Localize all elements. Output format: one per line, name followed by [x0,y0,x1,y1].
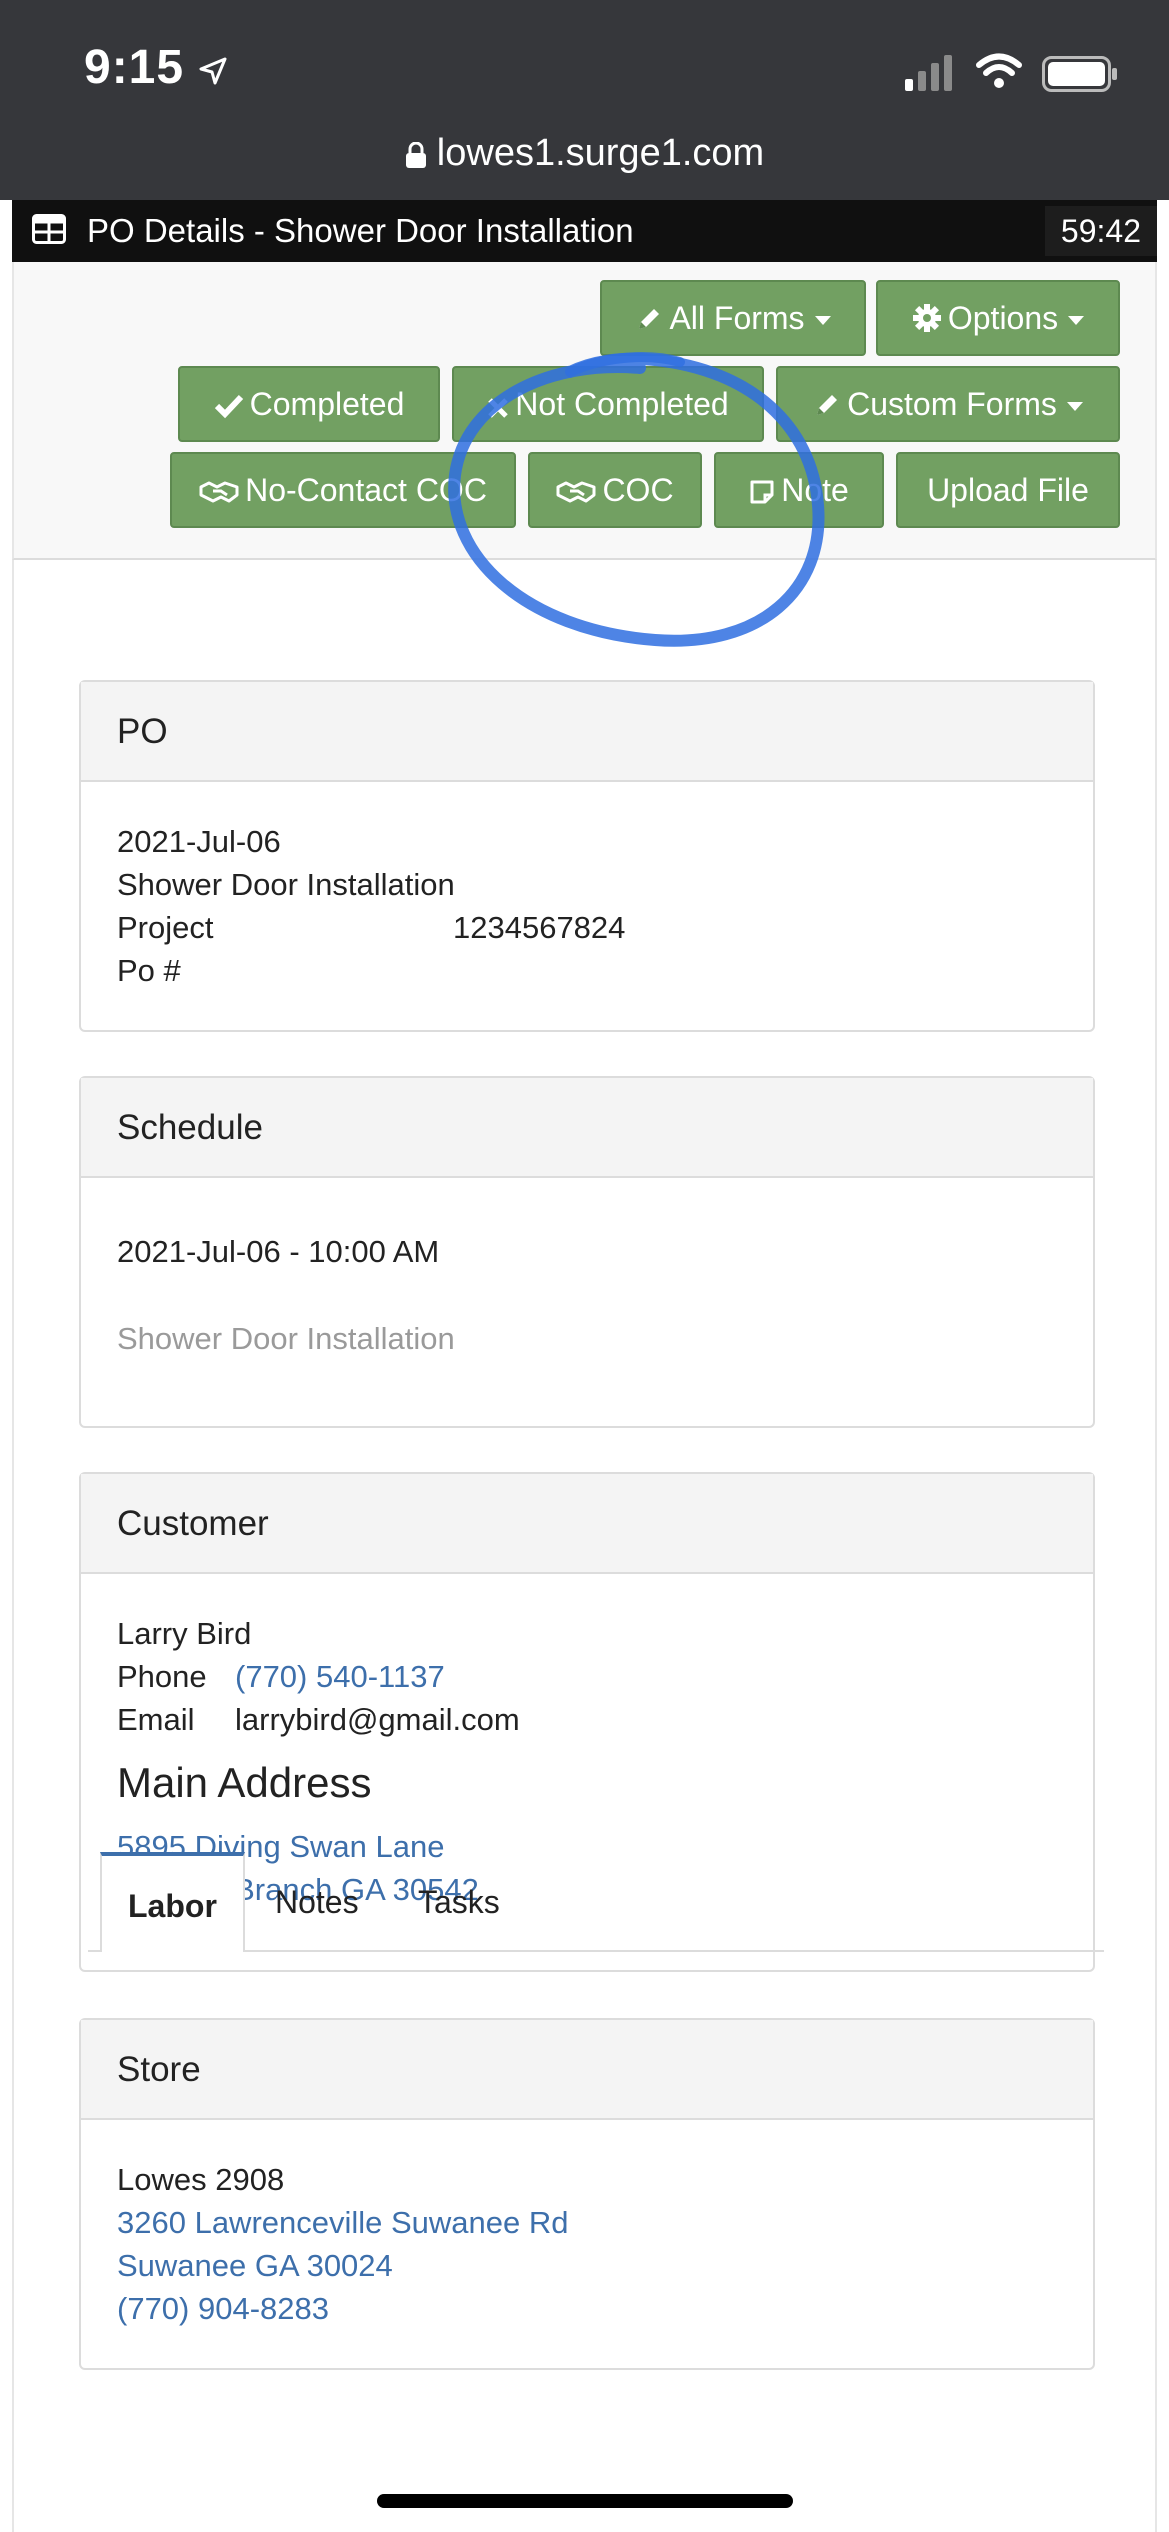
content-area: PO 2021-Jul-06 Shower Door Installation … [12,560,1157,2532]
battery-icon [1042,56,1118,97]
url-bar[interactable]: lowes1.surge1.com [0,132,1169,178]
tab-notes[interactable]: Notes [275,1852,359,1952]
pencil-icon [639,309,660,329]
customer-name: Larry Bird [117,1616,252,1651]
custom-forms-label: Custom Forms [847,386,1057,422]
customer-phone-link[interactable]: (770) 540-1137 [235,1659,445,1694]
customer-email-row: Email larrybird@gmail.com [117,1698,1057,1741]
session-timer: 59:42 [1044,206,1157,256]
upload-file-label: Upload File [927,472,1089,508]
handshake-icon [199,481,239,503]
lock-icon [405,135,427,178]
tab-tasks[interactable]: Tasks [418,1852,500,1952]
po-number-label: Po # [117,953,181,988]
page-title: PO Details - Shower Door Installation [87,212,634,249]
po-date: 2021-Jul-06 [117,824,281,859]
store-address-line1[interactable]: 3260 Lawrenceville Suwanee Rd [117,2201,1057,2244]
details-tabs: Labor Notes Tasks [88,1852,1104,1952]
upload-file-button[interactable]: Upload File [896,452,1120,528]
status-bar: 9:15 lowes1.surge1.com [0,0,1169,200]
cellular-signal-icon [905,55,955,96]
store-name: Lowes 2908 [117,2162,285,2197]
wifi-icon [975,52,1023,95]
url-text: lowes1.surge1.com [436,132,765,174]
main-address-heading: Main Address [117,1759,372,1806]
completed-button[interactable]: Completed [178,366,440,442]
options-label: Options [947,300,1059,336]
store-phone-link[interactable]: (770) 904-8283 [117,2287,1057,2330]
po-project-row: Project 1234567824 [117,906,1057,949]
po-service: Shower Door Installation [117,867,455,902]
gear-icon [912,304,941,332]
options-button[interactable]: Options [876,280,1120,356]
schedule-panel: Schedule 2021-Jul-06 - 10:00 AM Shower D… [79,1076,1095,1428]
caret-down-icon [814,316,831,325]
project-label: Project [117,910,214,945]
schedule-service: Shower Door Installation [117,1321,455,1356]
email-label: Email [117,1702,195,1737]
caret-down-icon [1066,402,1083,411]
schedule-heading: Schedule [81,1078,1093,1178]
po-heading: PO [81,682,1093,782]
caret-down-icon [1068,316,1085,325]
location-arrow-icon [198,56,228,91]
customer-heading: Customer [81,1474,1093,1574]
store-address-line2[interactable]: Suwanee GA 30024 [117,2244,1057,2287]
phone-label: Phone [117,1659,207,1694]
customer-phone-row: Phone (770) 540-1137 [117,1655,1057,1698]
po-panel: PO 2021-Jul-06 Shower Door Installation … [79,680,1095,1032]
table-icon [32,214,66,249]
status-time: 9:15 [84,41,185,94]
project-value: 1234567824 [453,910,626,945]
tab-labor[interactable]: Labor [100,1852,245,1952]
schedule-datetime: 2021-Jul-06 - 10:00 AM [117,1234,440,1269]
home-indicator [377,2494,793,2508]
customer-email: larrybird@gmail.com [235,1702,520,1737]
check-icon [214,394,243,419]
completed-label: Completed [249,386,405,422]
all-forms-label: All Forms [669,300,805,336]
page-title-bar: PO Details - Shower Door Installation 59… [12,200,1157,262]
store-heading: Store [81,2020,1093,2120]
store-panel: Store Lowes 2908 3260 Lawrenceville Suwa… [79,2018,1095,2370]
